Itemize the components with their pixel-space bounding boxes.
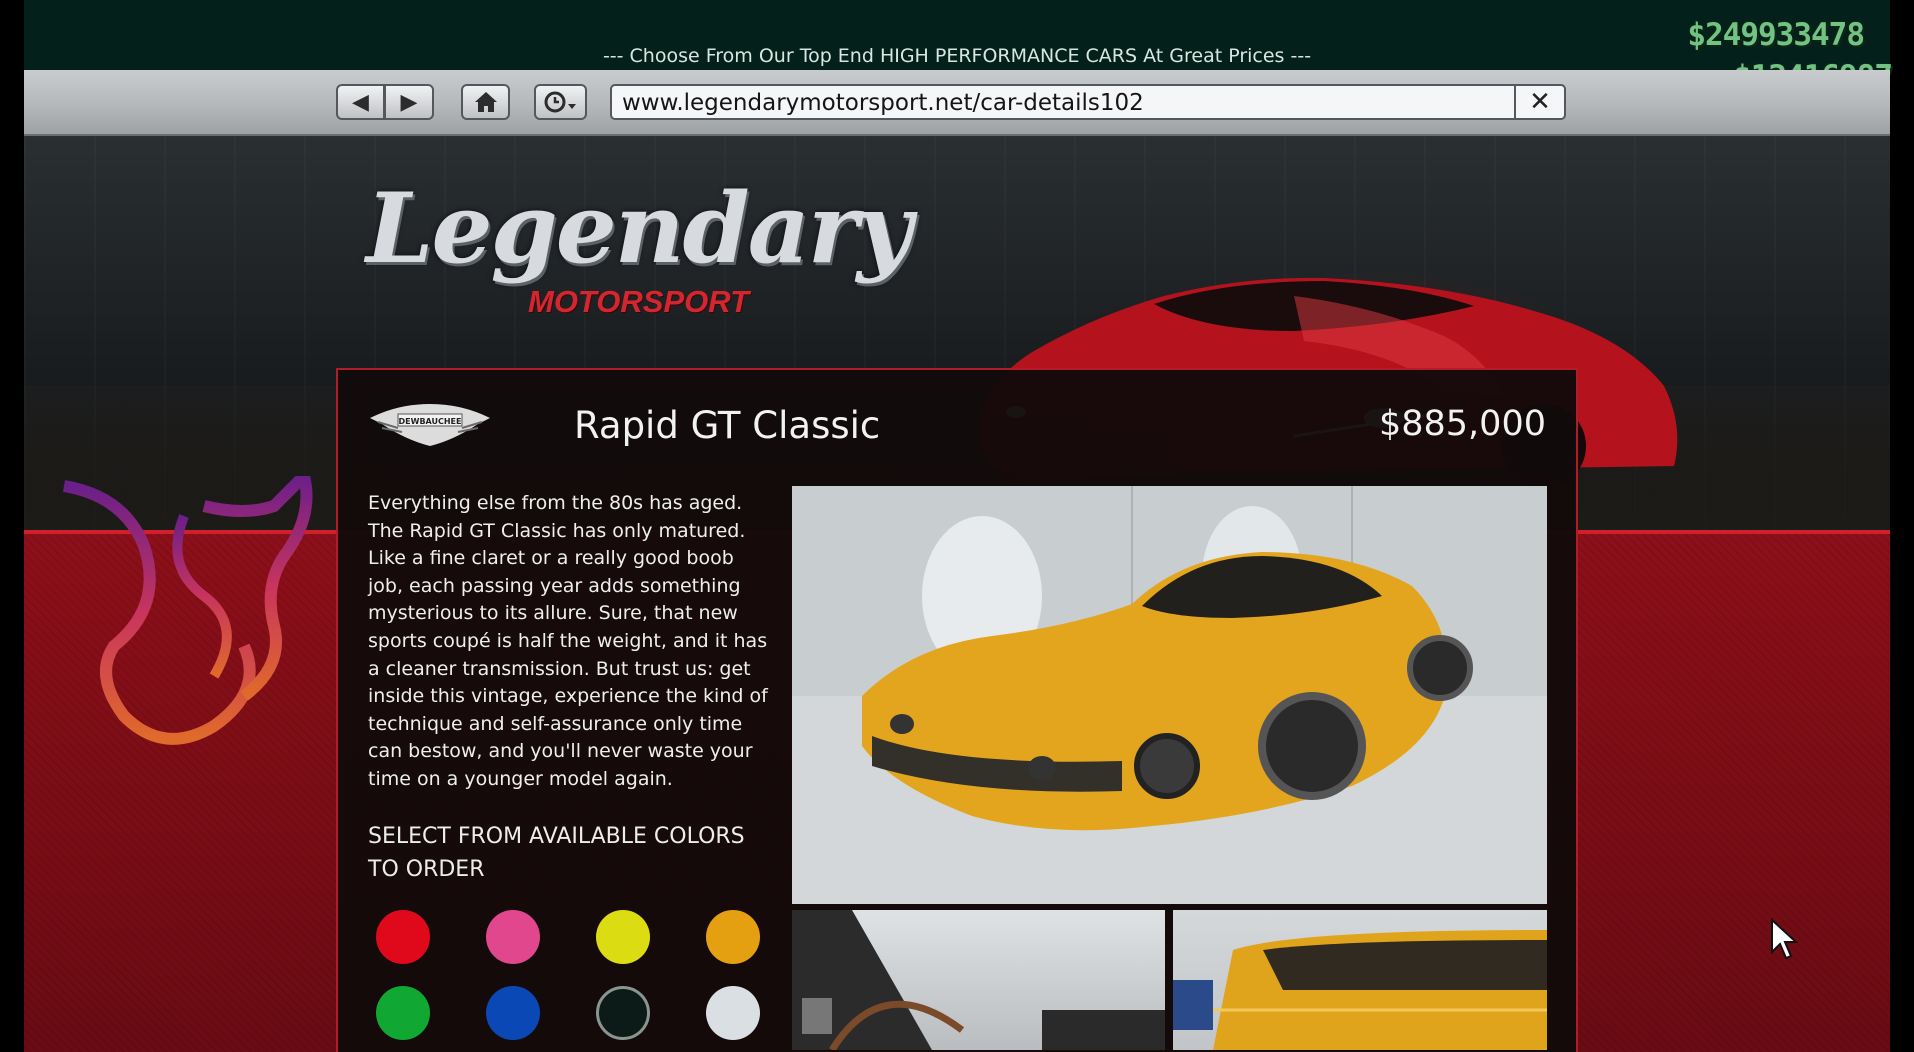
url-clear-button[interactable]: ✕: [1514, 86, 1564, 118]
vehicle-name: Rapid GT Classic: [574, 404, 881, 447]
forward-button[interactable]: ▶: [385, 84, 434, 120]
vehicle-price: $885,000: [1378, 404, 1546, 444]
color-swatch-black[interactable]: [596, 986, 650, 1040]
vehicle-detail-panel: DEWBAUCHEE Rapid GT Classic $885,000 Eve…: [336, 368, 1578, 1052]
vehicle-main-image[interactable]: [792, 486, 1547, 904]
history-button[interactable]: [534, 84, 587, 120]
arrow-right-icon: ▶: [400, 89, 418, 115]
mouse-cursor-icon: [1771, 918, 1798, 960]
url-bar[interactable]: www.legendarymotorsport.net/car-details1…: [610, 84, 1566, 120]
vehicle-description: Everything else from the 80s has aged. T…: [368, 492, 768, 790]
logo-subtext: MOTORSPORT: [528, 284, 750, 319]
home-icon: [474, 92, 497, 112]
brand-badge-text: DEWBAUCHEE: [399, 417, 462, 426]
site-logo[interactable]: Legendary MOTORSPORT: [366, 172, 912, 319]
money-balance-primary: $249933478: [1687, 17, 1865, 53]
color-select-heading: SELECT FROM AVAILABLE COLORS TO ORDER: [368, 824, 745, 882]
brand-badge-icon: DEWBAUCHEE: [370, 404, 490, 446]
browser-nav-bar: ◀ ▶ www.legendarymotorsport.net/car-deta…: [24, 70, 1890, 136]
clock-icon: [544, 91, 576, 113]
color-swatch-yellow[interactable]: [596, 910, 650, 964]
arrow-left-icon: ◀: [352, 89, 369, 115]
website-page: Legendary MOTORSPORT DEWBAUCHEE Rapid GT…: [24, 136, 1890, 1052]
flame-emblem-icon: [62, 476, 313, 745]
home-button[interactable]: [461, 84, 510, 120]
color-swatch-pink[interactable]: [486, 910, 540, 964]
vehicle-thumbnail-rear[interactable]: [1173, 910, 1547, 1050]
vehicle-thumbnail-interior[interactable]: [792, 910, 1165, 1050]
logo-text: Legendary: [366, 172, 912, 285]
color-swatch-orange[interactable]: [706, 910, 760, 964]
color-swatch-white[interactable]: [706, 986, 760, 1040]
url-text: www.legendarymotorsport.net/car-details1…: [622, 90, 1144, 116]
color-swatch-red[interactable]: [376, 910, 430, 964]
close-icon: ✕: [1529, 87, 1551, 117]
back-button[interactable]: ◀: [336, 84, 385, 120]
color-swatch-green[interactable]: [376, 986, 430, 1040]
color-swatch-blue[interactable]: [486, 986, 540, 1040]
site-tagline: --- Choose From Our Top End HIGH PERFORM…: [602, 45, 1312, 67]
